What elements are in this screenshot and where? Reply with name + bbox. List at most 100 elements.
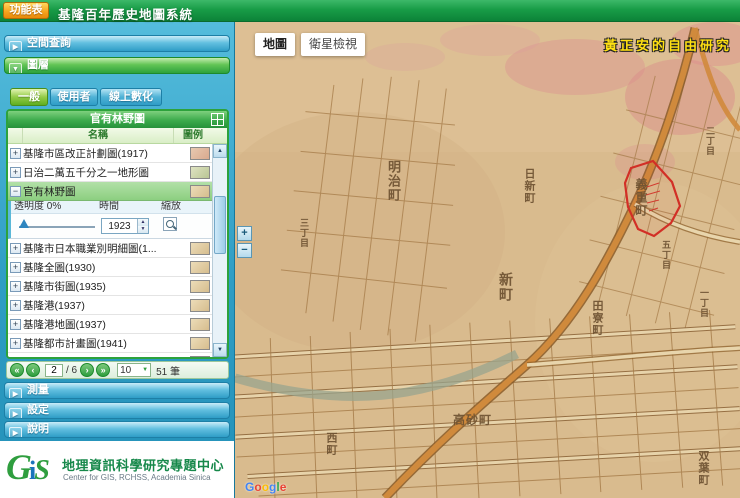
page-size-select[interactable]: 10 ▼ xyxy=(117,363,151,377)
expand-icon[interactable]: + xyxy=(10,167,21,178)
page-number-input[interactable] xyxy=(45,364,63,377)
time-label: 時間 xyxy=(99,201,161,213)
legend-thumbnail[interactable] xyxy=(190,242,210,255)
chevron-right-icon: ▶ xyxy=(9,41,22,52)
logo-letter: o xyxy=(254,480,261,494)
legend-thumbnail[interactable] xyxy=(190,299,210,312)
table-row[interactable]: + 基隆(Kiirun)城市地圖(19... xyxy=(8,353,227,357)
menu-button[interactable]: 功能表 xyxy=(3,2,49,19)
section-label: 測量 xyxy=(27,384,49,396)
map-block-label: 五丁目 xyxy=(661,240,670,270)
legend-thumbnail[interactable] xyxy=(190,337,210,350)
spinner-up-icon[interactable]: ▲ xyxy=(138,219,148,226)
record-count-label: 51 筆 xyxy=(156,363,180,378)
table-row-selected[interactable]: − 官有林野圖 xyxy=(8,182,227,201)
scroll-up-icon[interactable]: ▲ xyxy=(213,144,227,158)
expand-icon[interactable]: + xyxy=(10,281,21,292)
table-row[interactable]: + 基隆市區改正計劃圖(1917) xyxy=(8,144,227,163)
sidebar-section-measure[interactable]: ▶ 測量 xyxy=(4,382,230,399)
map-district-label: 双葉町 xyxy=(697,450,708,486)
expand-icon[interactable]: + xyxy=(10,148,21,159)
table-row[interactable]: + 基隆都市計畫圖(1941) xyxy=(8,334,227,353)
next-page-button[interactable]: › xyxy=(80,363,94,377)
sidebar-footer: GiS 地理資訊科學研究專題中心 Center for GIS, RCHSS, … xyxy=(0,441,234,498)
prev-page-button[interactable]: ‹ xyxy=(26,363,40,377)
map-canvas[interactable]: 明治町 日新町 義重町 新町 田寮町 高砂町 西町 双葉町 三丁目 五丁目 一丁… xyxy=(235,22,740,498)
map-block-label: 二丁目 xyxy=(705,126,714,156)
opacity-slider[interactable] xyxy=(19,219,95,233)
slider-handle-icon[interactable] xyxy=(19,219,29,228)
logo-letter: S xyxy=(34,455,50,486)
legend-thumbnail[interactable] xyxy=(190,280,210,293)
last-page-button[interactable]: » xyxy=(96,363,110,377)
tab-user[interactable]: 使用者 xyxy=(50,88,98,106)
map-district-label: 日新町 xyxy=(523,168,534,204)
name-column-header: 名稱 xyxy=(23,128,174,143)
map-district-label: 新町 xyxy=(499,272,513,302)
table-row[interactable]: + 基隆全圖(1930) xyxy=(8,258,227,277)
table-row[interactable]: + 基隆市街圖(1935) xyxy=(8,277,227,296)
first-page-button[interactable]: « xyxy=(10,363,24,377)
chevron-right-icon: ▶ xyxy=(9,427,22,438)
layer-name: 日治二萬五千分之一地形圖 xyxy=(23,165,190,180)
logo-letter: o xyxy=(262,480,269,494)
table-row[interactable]: + 基隆港地圖(1937) xyxy=(8,315,227,334)
tab-online-digitize[interactable]: 線上數化 xyxy=(100,88,162,106)
collapse-icon[interactable]: − xyxy=(10,186,21,197)
chevron-right-icon: ▶ xyxy=(9,388,22,399)
chevron-down-icon: ▼ xyxy=(9,63,22,74)
expand-icon[interactable]: + xyxy=(10,319,21,330)
dropdown-arrow-icon: ▼ xyxy=(142,367,148,373)
sidebar-section-layers[interactable]: ▼圖層 xyxy=(4,57,230,74)
legend-thumbnail[interactable] xyxy=(190,166,210,179)
opacity-label: 透明度 0% xyxy=(11,201,99,213)
legend-thumbnail[interactable] xyxy=(190,185,210,198)
scrollbar-thumb[interactable] xyxy=(214,196,226,254)
expand-icon[interactable]: + xyxy=(10,357,21,358)
legend-thumbnail[interactable] xyxy=(190,261,210,274)
tab-general[interactable]: 一般 xyxy=(10,88,48,106)
layer-name: 基隆港地圖(1937) xyxy=(23,317,190,332)
chevron-right-icon: ▶ xyxy=(9,408,22,419)
total-pages-label: / 6 xyxy=(66,365,77,376)
expander-column xyxy=(8,128,23,143)
zoom-to-layer-icon[interactable] xyxy=(163,217,177,231)
spinner-down-icon[interactable]: ▼ xyxy=(138,226,148,233)
year-spinner: ▲ ▼ xyxy=(101,218,149,234)
zoom-in-button[interactable]: + xyxy=(237,226,252,241)
table-row[interactable]: + 基隆港(1937) xyxy=(8,296,227,315)
app-title: 基隆百年歷史地圖系統 xyxy=(58,4,193,23)
legend-thumbnail[interactable] xyxy=(190,356,210,358)
map-district-label: 田寮町 xyxy=(591,300,602,336)
layer-grid-icon[interactable] xyxy=(211,113,224,126)
page-size-value: 10 xyxy=(120,365,131,376)
legend-thumbnail[interactable] xyxy=(190,147,210,160)
layer-options-panel: 透明度 0% 時間 縮放 xyxy=(8,201,227,239)
legend-column-header: 圖例 xyxy=(174,128,212,143)
google-logo[interactable]: Google xyxy=(245,480,286,494)
zoom-out-button[interactable]: − xyxy=(237,243,252,258)
layer-options-header: 透明度 0% 時間 縮放 xyxy=(11,201,227,214)
satellite-view-button[interactable]: 衛星檢視 xyxy=(301,33,365,56)
sidebar-section-spatial-query[interactable]: ▶空間查詢 xyxy=(4,35,230,52)
expand-icon[interactable]: + xyxy=(10,243,21,254)
layer-options-body: ▲ ▼ xyxy=(11,214,227,238)
expand-icon[interactable]: + xyxy=(10,262,21,273)
sidebar-section-settings[interactable]: ▶設定 xyxy=(4,402,230,419)
table-row[interactable]: + 基隆市日本職業別明細圖(1... xyxy=(8,239,227,258)
map-block-label: 一丁目 xyxy=(699,288,708,318)
year-input[interactable] xyxy=(102,219,137,233)
layer-panel: 官有林野圖 名稱 圖例 + 基隆市區改正計劃圖(1917) + 日治二萬五千分之… xyxy=(6,109,229,359)
expand-icon[interactable]: + xyxy=(10,300,21,311)
scroll-down-icon[interactable]: ▼ xyxy=(213,343,227,357)
map-view-button[interactable]: 地圖 xyxy=(255,33,295,56)
layer-name: 官有林野圖 xyxy=(23,184,190,199)
table-scrollbar[interactable]: ▲ ▼ xyxy=(212,144,227,357)
sidebar-section-help[interactable]: ▶說明 xyxy=(4,421,230,438)
legend-thumbnail[interactable] xyxy=(190,318,210,331)
table-row[interactable]: + 日治二萬五千分之一地形圖 xyxy=(8,163,227,182)
app-window: 功能表 基隆百年歷史地圖系統 ▶空間查詢 ▼圖層 一般 使用者 線上數化 官有林… xyxy=(0,0,740,498)
logo-letter: G xyxy=(245,480,254,494)
layer-name: 基隆市日本職業別明細圖(1... xyxy=(23,241,190,256)
expand-icon[interactable]: + xyxy=(10,338,21,349)
